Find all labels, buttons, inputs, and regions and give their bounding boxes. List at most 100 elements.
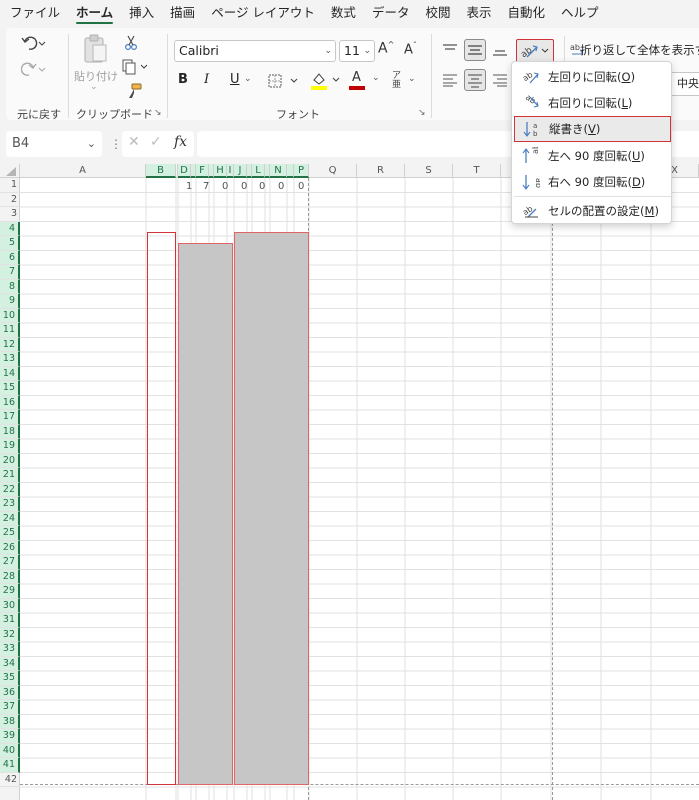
row-header[interactable]: 10 xyxy=(0,308,20,323)
column-header[interactable]: B xyxy=(146,164,176,178)
row-header[interactable]: 40 xyxy=(0,743,20,758)
row-header[interactable]: 12 xyxy=(0,337,20,352)
tab-insert[interactable]: 挿入 xyxy=(129,0,154,26)
border-icon[interactable] xyxy=(266,71,302,91)
align-middle-button[interactable] xyxy=(464,39,486,61)
font-size-input[interactable]: 11 ⌄ xyxy=(339,40,375,62)
row-header[interactable]: 6 xyxy=(0,250,20,265)
row-header[interactable]: 35 xyxy=(0,671,20,686)
select-all-corner[interactable] xyxy=(0,164,20,178)
paste-dropdown-icon[interactable]: ⌄ xyxy=(90,82,98,92)
row-header[interactable]: 39 xyxy=(0,729,20,744)
undo-icon[interactable] xyxy=(20,32,48,54)
row-header[interactable]: 41 xyxy=(0,758,20,773)
row-header[interactable]: 34 xyxy=(0,656,20,671)
column-header[interactable]: J xyxy=(234,164,247,178)
cell-value[interactable]: 0 xyxy=(241,181,247,192)
tab-automate[interactable]: 自動化 xyxy=(507,0,545,26)
name-box[interactable]: B4 ⌄ xyxy=(6,131,102,157)
column-header[interactable]: H xyxy=(214,164,227,178)
row-header[interactable]: 28 xyxy=(0,569,20,584)
tab-formulas[interactable]: 数式 xyxy=(331,0,356,26)
row-header[interactable]: 5 xyxy=(0,236,20,251)
menu-item-rotate-up[interactable]: ab 左へ 90 度回転(U) xyxy=(514,143,671,169)
cell-value[interactable]: 1 xyxy=(186,181,192,192)
row-header[interactable]: 1 xyxy=(0,178,20,193)
tab-home[interactable]: ホーム xyxy=(76,0,114,26)
column-header[interactable]: D xyxy=(178,164,191,178)
wrap-text-button[interactable]: 折り返して全体を表示する xyxy=(580,42,699,58)
merged-grey-block-d-h[interactable] xyxy=(178,243,233,785)
insert-function-button[interactable]: fx xyxy=(174,134,187,150)
worksheet-grid[interactable]: A B D F H I J L N P Q R S T U V W X 1234… xyxy=(0,164,699,800)
clipboard-launcher-icon[interactable]: ↘ xyxy=(154,108,162,118)
menu-item-vertical-text[interactable]: ab 縦書き(V) xyxy=(514,116,671,142)
cell-value[interactable]: 0 xyxy=(298,181,304,192)
row-header[interactable]: 9 xyxy=(0,294,20,309)
row-header[interactable]: 25 xyxy=(0,526,20,541)
merged-grey-block-j-p[interactable] xyxy=(234,232,309,785)
cell-value[interactable]: 0 xyxy=(278,181,284,192)
font-color-icon[interactable]: A ⌄ xyxy=(346,70,382,92)
align-left-icon[interactable] xyxy=(440,70,460,90)
enter-icon[interactable]: ✓ xyxy=(150,134,162,150)
row-header[interactable]: 2 xyxy=(0,193,20,207)
chevron-down-icon[interactable]: ⌄ xyxy=(408,74,416,84)
redo-icon[interactable] xyxy=(20,58,48,80)
tab-review[interactable]: 校閲 xyxy=(425,0,450,26)
align-top-icon[interactable] xyxy=(440,40,460,60)
column-header[interactable]: S xyxy=(405,164,453,178)
row-header[interactable]: 16 xyxy=(0,395,20,410)
row-header[interactable]: 29 xyxy=(0,584,20,599)
row-header[interactable]: 23 xyxy=(0,497,20,512)
row-header[interactable]: 30 xyxy=(0,598,20,613)
chevron-down-icon[interactable]: ⌄ xyxy=(324,41,332,61)
row-header[interactable]: 33 xyxy=(0,642,20,657)
column-header[interactable]: R xyxy=(357,164,405,178)
column-header[interactable]: A xyxy=(20,164,146,178)
row-header[interactable]: 14 xyxy=(0,366,20,381)
grow-font-icon[interactable]: A^ xyxy=(378,40,394,57)
align-right-icon[interactable] xyxy=(490,70,510,90)
row-header[interactable]: 7 xyxy=(0,265,20,280)
column-header[interactable]: P xyxy=(294,164,309,178)
bold-button[interactable]: B xyxy=(178,72,188,87)
italic-button[interactable]: I xyxy=(204,72,209,87)
row-header[interactable]: 18 xyxy=(0,424,20,439)
row-header[interactable]: 4 xyxy=(0,221,20,236)
cancel-icon[interactable]: ✕ xyxy=(128,134,140,150)
cell-value[interactable]: 0 xyxy=(222,181,228,192)
align-center-button[interactable] xyxy=(464,69,486,91)
tab-file[interactable]: ファイル xyxy=(10,0,60,26)
copy-icon[interactable] xyxy=(120,58,150,76)
chevron-down-icon[interactable]: ⌄ xyxy=(87,131,96,157)
row-header[interactable]: 20 xyxy=(0,453,20,468)
column-header[interactable]: N xyxy=(270,164,287,178)
menu-item-rotate-cw[interactable]: ab 右回りに回転(L) xyxy=(514,90,671,116)
row-header[interactable]: 36 xyxy=(0,685,20,700)
row-header[interactable]: 42 xyxy=(0,773,20,787)
row-header[interactable]: 19 xyxy=(0,439,20,454)
row-header[interactable]: 17 xyxy=(0,410,20,425)
tab-data[interactable]: データ xyxy=(372,0,410,26)
row-header[interactable]: 26 xyxy=(0,540,20,555)
row-header[interactable]: 15 xyxy=(0,381,20,396)
menu-item-rotate-down[interactable]: ab 右へ 90 度回転(D) xyxy=(514,169,671,195)
row-header[interactable]: 31 xyxy=(0,613,20,628)
align-bottom-icon[interactable] xyxy=(490,40,510,60)
tab-page-layout[interactable]: ページ レイアウト xyxy=(211,0,315,26)
underline-button[interactable]: U xyxy=(230,72,240,87)
column-header[interactable]: T xyxy=(453,164,501,178)
menu-item-format-alignment[interactable]: ab セルの配置の設定(M) xyxy=(514,198,671,224)
orientation-button[interactable]: ab xyxy=(516,39,554,63)
cell-value[interactable]: 0 xyxy=(259,181,265,192)
paste-icon[interactable] xyxy=(80,32,110,66)
row-header[interactable]: 24 xyxy=(0,511,20,526)
format-painter-icon[interactable] xyxy=(124,82,144,100)
fill-color-icon[interactable] xyxy=(308,70,344,92)
more-icon[interactable]: ⋮ xyxy=(110,137,122,151)
tab-help[interactable]: ヘルプ xyxy=(561,0,599,26)
row-header[interactable]: 3 xyxy=(0,207,20,222)
row-header[interactable]: 37 xyxy=(0,700,20,715)
font-name-input[interactable]: Calibri ⌄ xyxy=(174,40,336,62)
